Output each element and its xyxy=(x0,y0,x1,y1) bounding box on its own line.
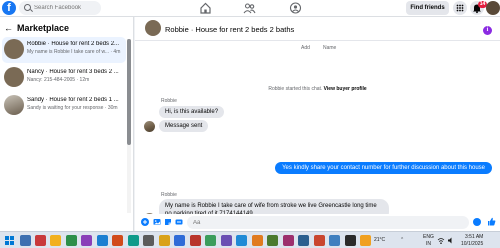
taskbar-app-icon[interactable] xyxy=(283,235,294,246)
listing-thumbnail xyxy=(4,39,24,59)
plus-icon[interactable] xyxy=(141,218,149,226)
incoming-message: Message sent xyxy=(159,120,209,132)
taskbar-app-icon[interactable] xyxy=(112,235,123,246)
taskbar-app-icon[interactable] xyxy=(97,235,108,246)
conversation-preview: My name is Robbie I take care of w... · … xyxy=(27,49,121,55)
conversation-preview: Sandy is waiting for your response · 30m xyxy=(27,105,118,111)
temperature-text[interactable]: 21°C xyxy=(374,237,385,243)
incoming-message: Hi, is this available? xyxy=(159,106,225,118)
message-input[interactable] xyxy=(193,216,453,229)
marketplace-sidebar: ← Marketplace Robbie · House for rent 2 … xyxy=(0,17,134,231)
message-sender: Robbie xyxy=(161,98,177,104)
conversation-item[interactable]: Sandy · House for rent 2 beds 1 ... Sand… xyxy=(2,93,126,119)
windows-start-icon[interactable] xyxy=(4,235,15,246)
taskbar-app-icon[interactable] xyxy=(221,235,232,246)
message-input-box[interactable] xyxy=(187,216,469,229)
tray-chevron-icon[interactable]: ⌃ xyxy=(400,237,404,243)
taskbar-app-icon[interactable] xyxy=(236,235,247,246)
facebook-logo-icon[interactable]: f xyxy=(2,1,16,15)
message-sender: Robbie xyxy=(161,192,177,198)
name-button-label[interactable]: Name xyxy=(323,45,336,51)
listing-thumbnail[interactable] xyxy=(145,20,161,36)
chat-panel: Robbie · House for rent 2 beds 2 baths i… xyxy=(135,17,500,231)
taskbar-app-icon[interactable] xyxy=(174,235,185,246)
weather-icon[interactable] xyxy=(360,235,371,246)
clock-date[interactable]: 10/1/2025 xyxy=(461,241,483,247)
language-bottom[interactable]: IN xyxy=(426,241,431,247)
emoji-icon[interactable] xyxy=(473,218,481,226)
conversation-item[interactable]: Nancy · House for rent 3 beds 2 ... Nanc… xyxy=(2,65,126,91)
taskbar-app-icon[interactable] xyxy=(81,235,92,246)
taskbar-app-icon[interactable] xyxy=(20,235,31,246)
friends-icon[interactable] xyxy=(243,2,256,14)
add-button-label[interactable]: Add xyxy=(301,45,310,51)
listing-thumbnail xyxy=(4,67,24,87)
system-name: Robbie xyxy=(268,86,285,92)
taskbar-app-icon[interactable] xyxy=(66,235,77,246)
clock-time[interactable]: 3:51 AM xyxy=(465,234,483,240)
conversation-title: Nancy · House for rent 3 beds 2 ... xyxy=(27,69,119,75)
chat-title[interactable]: Robbie · House for rent 2 beds 2 baths xyxy=(165,25,294,34)
listing-thumbnail xyxy=(4,95,24,115)
taskbar-app-icon[interactable] xyxy=(205,235,216,246)
profile-avatar[interactable] xyxy=(486,1,500,15)
menu-button[interactable] xyxy=(453,1,467,15)
grid-menu-icon xyxy=(456,4,464,12)
conversation-title: Robbie · House for rent 2 beds 2... xyxy=(27,41,120,47)
wifi-icon[interactable] xyxy=(437,235,445,246)
home-icon[interactable] xyxy=(199,2,212,14)
outgoing-message: Yes kindly share your contact number for… xyxy=(275,162,492,174)
windows-taskbar: 21°C ⌃ ENG IN 3:51 AM 10/1/2025 xyxy=(0,231,500,248)
sticker-icon[interactable] xyxy=(164,218,172,226)
chat-started-notice: Robbie started this chat. View buyer pro… xyxy=(135,86,500,92)
conversation-title: Sandy · House for rent 2 beds 1 ... xyxy=(27,97,119,103)
search-box[interactable] xyxy=(19,1,101,15)
gif-icon[interactable] xyxy=(175,218,183,226)
conversation-preview: Nancy: 215-484-2005 · 12m xyxy=(27,77,90,83)
groups-icon[interactable] xyxy=(289,2,302,14)
top-navigation-bar: f Find friends 14 xyxy=(0,0,500,17)
chat-header: Robbie · House for rent 2 beds 2 baths i xyxy=(135,17,500,41)
taskbar-app-icon[interactable] xyxy=(252,235,263,246)
photo-icon[interactable] xyxy=(153,218,161,226)
sidebar-title: Marketplace xyxy=(17,23,70,33)
view-buyer-profile-link[interactable]: View buyer profile xyxy=(324,86,367,92)
info-icon[interactable]: i xyxy=(483,26,492,35)
taskbar-app-icon[interactable] xyxy=(159,235,170,246)
system-text: started this chat. xyxy=(285,86,323,92)
sidebar-scrollbar-thumb[interactable] xyxy=(127,39,131,145)
message-composer xyxy=(135,214,500,231)
taskbar-app-icon[interactable] xyxy=(314,235,325,246)
back-arrow-icon[interactable]: ← xyxy=(4,23,13,33)
taskbar-app-icon[interactable] xyxy=(50,235,61,246)
conversation-item[interactable]: Robbie · House for rent 2 beds 2... My n… xyxy=(2,37,126,63)
volume-icon[interactable] xyxy=(447,235,455,246)
taskbar-app-icon[interactable] xyxy=(143,235,154,246)
taskbar-app-icon[interactable] xyxy=(345,235,356,246)
taskbar-app-icon[interactable] xyxy=(190,235,201,246)
avatar[interactable] xyxy=(144,121,155,132)
thumbs-up-icon[interactable] xyxy=(487,217,496,226)
taskbar-app-icon[interactable] xyxy=(35,235,46,246)
search-input[interactable] xyxy=(34,1,98,15)
taskbar-app-icon[interactable] xyxy=(329,235,340,246)
taskbar-app-icon[interactable] xyxy=(298,235,309,246)
search-icon xyxy=(24,4,31,11)
find-friends-button[interactable]: Find friends xyxy=(406,1,449,15)
language-top[interactable]: ENG xyxy=(423,234,434,240)
notifications-button[interactable]: 14 xyxy=(470,1,487,15)
sidebar-header: ← Marketplace xyxy=(4,22,69,34)
taskbar-app-icon[interactable] xyxy=(128,235,139,246)
taskbar-app-icon[interactable] xyxy=(267,235,278,246)
